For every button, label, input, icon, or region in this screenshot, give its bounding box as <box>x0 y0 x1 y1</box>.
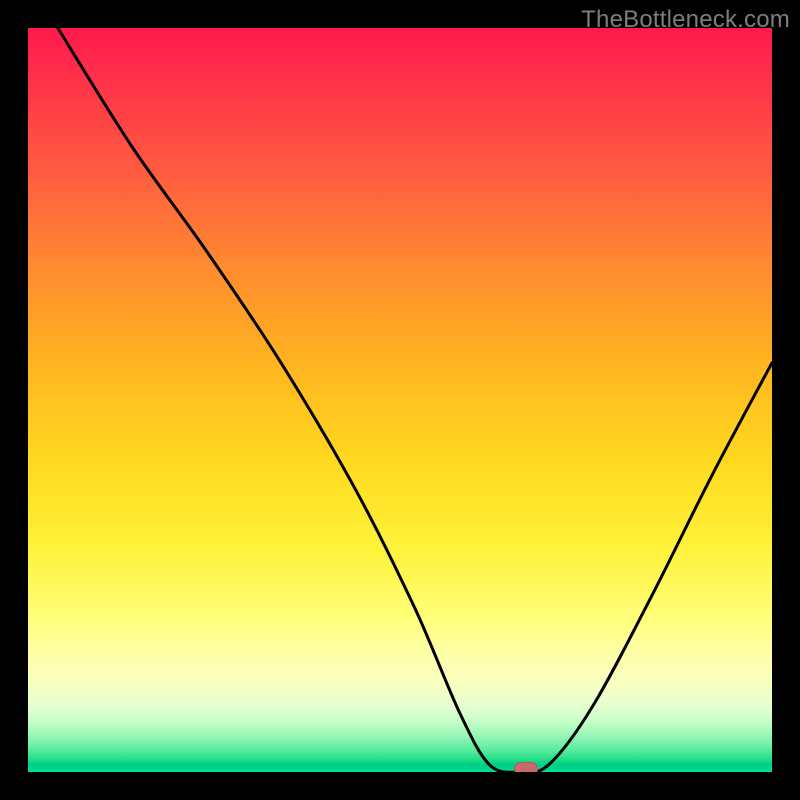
chart-frame: TheBottleneck.com <box>0 0 800 800</box>
optimum-marker <box>514 762 538 772</box>
bottleneck-curve <box>28 28 772 772</box>
watermark-text: TheBottleneck.com <box>581 6 790 34</box>
plot-area <box>28 28 772 772</box>
